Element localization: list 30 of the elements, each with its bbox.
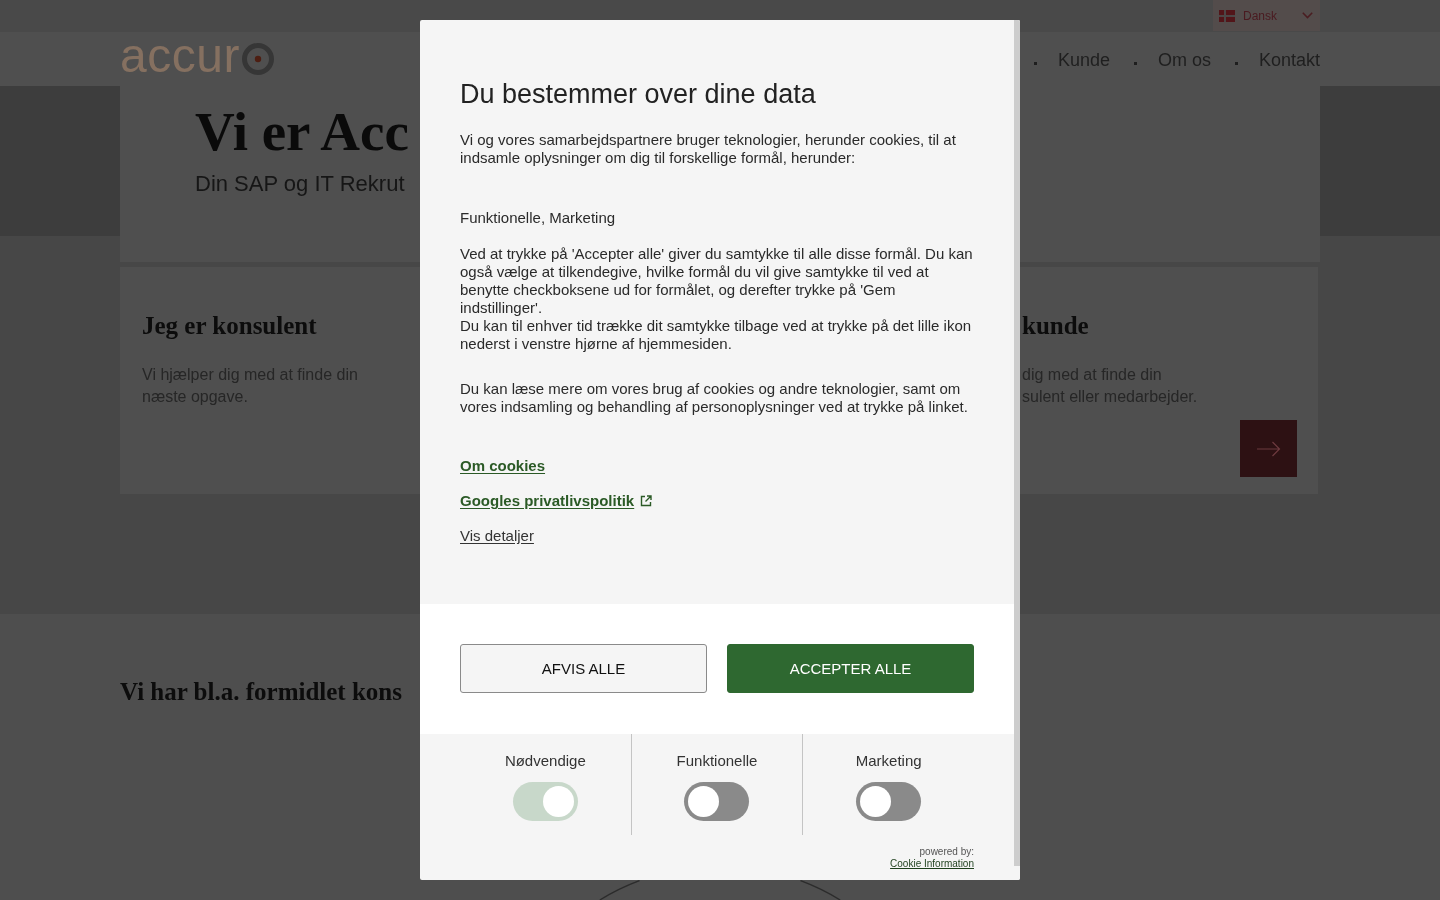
category-label: Nødvendige [504,752,586,770]
provider-link[interactable]: Cookie Information [890,858,974,870]
external-link-icon [640,495,653,507]
dialog-title: Du bestemmer over dine data [460,79,816,109]
chevron-down-icon [1302,12,1313,19]
hero-subtitle: Din SAP og IT Rekrut [195,170,405,198]
intro-text: Vi og vores samarbejdspartnere bruger teknologier, herunder cookies, til at indsamle oplysninger om dig til forskellige formål, herunder: [460,131,957,167]
logo-ring-icon[interactable] [241,43,274,75]
scrollbar-thumb[interactable] [1014,20,1020,866]
details-link[interactable]: Vis detaljer [460,526,534,546]
section-heading: Vi har bl.a. formidlet kons [120,677,402,707]
category-label: Marketing [855,752,922,770]
consent-text: Ved at trykke på 'Accepter alle' giver du samtykke til alle disse formål. Du kan også vælge at tilkendegive, hvilke formål du vil give samtykke til ved at benytte checkboksene ud for formålet, og derefter trykke på 'Gem indstillinger'. [460,245,974,317]
purposes-text: Funktionelle, Marketing [460,209,616,227]
arrow-right-icon [1256,440,1281,457]
powered-by-text: powered by: [919,846,974,858]
accept-all-button[interactable]: ACCEPTER ALLE [727,644,974,693]
toggle-switch[interactable] [856,782,922,821]
toggle-switch[interactable] [684,782,750,821]
about-cookies-link[interactable]: Om cookies [460,456,546,476]
card-title: Jeg er konsulent [142,311,317,341]
hero-title: Vi er Acc [195,100,409,164]
category-label: Funktionelle [676,752,758,770]
card-title: kunde [1022,311,1089,341]
reject-all-button[interactable]: AFVIS ALLE [460,644,707,693]
arrow-button[interactable] [1240,420,1297,477]
flag-icon [1219,9,1235,22]
privacy-policy-link[interactable]: Googles privatlivspolitik [460,491,653,511]
withdraw-text: Du kan til enhver tid trække dit samtykke tilbage ved at trykke på det lille ikon nederst i venstre hjørne af hjemmesiden. [460,317,973,353]
more-info-text: Du kan læse mere om vores brug af cookies og andre teknologier, samt om vores indsamling og behandling af personoplysninger ved at trykke på linket. [460,380,969,416]
